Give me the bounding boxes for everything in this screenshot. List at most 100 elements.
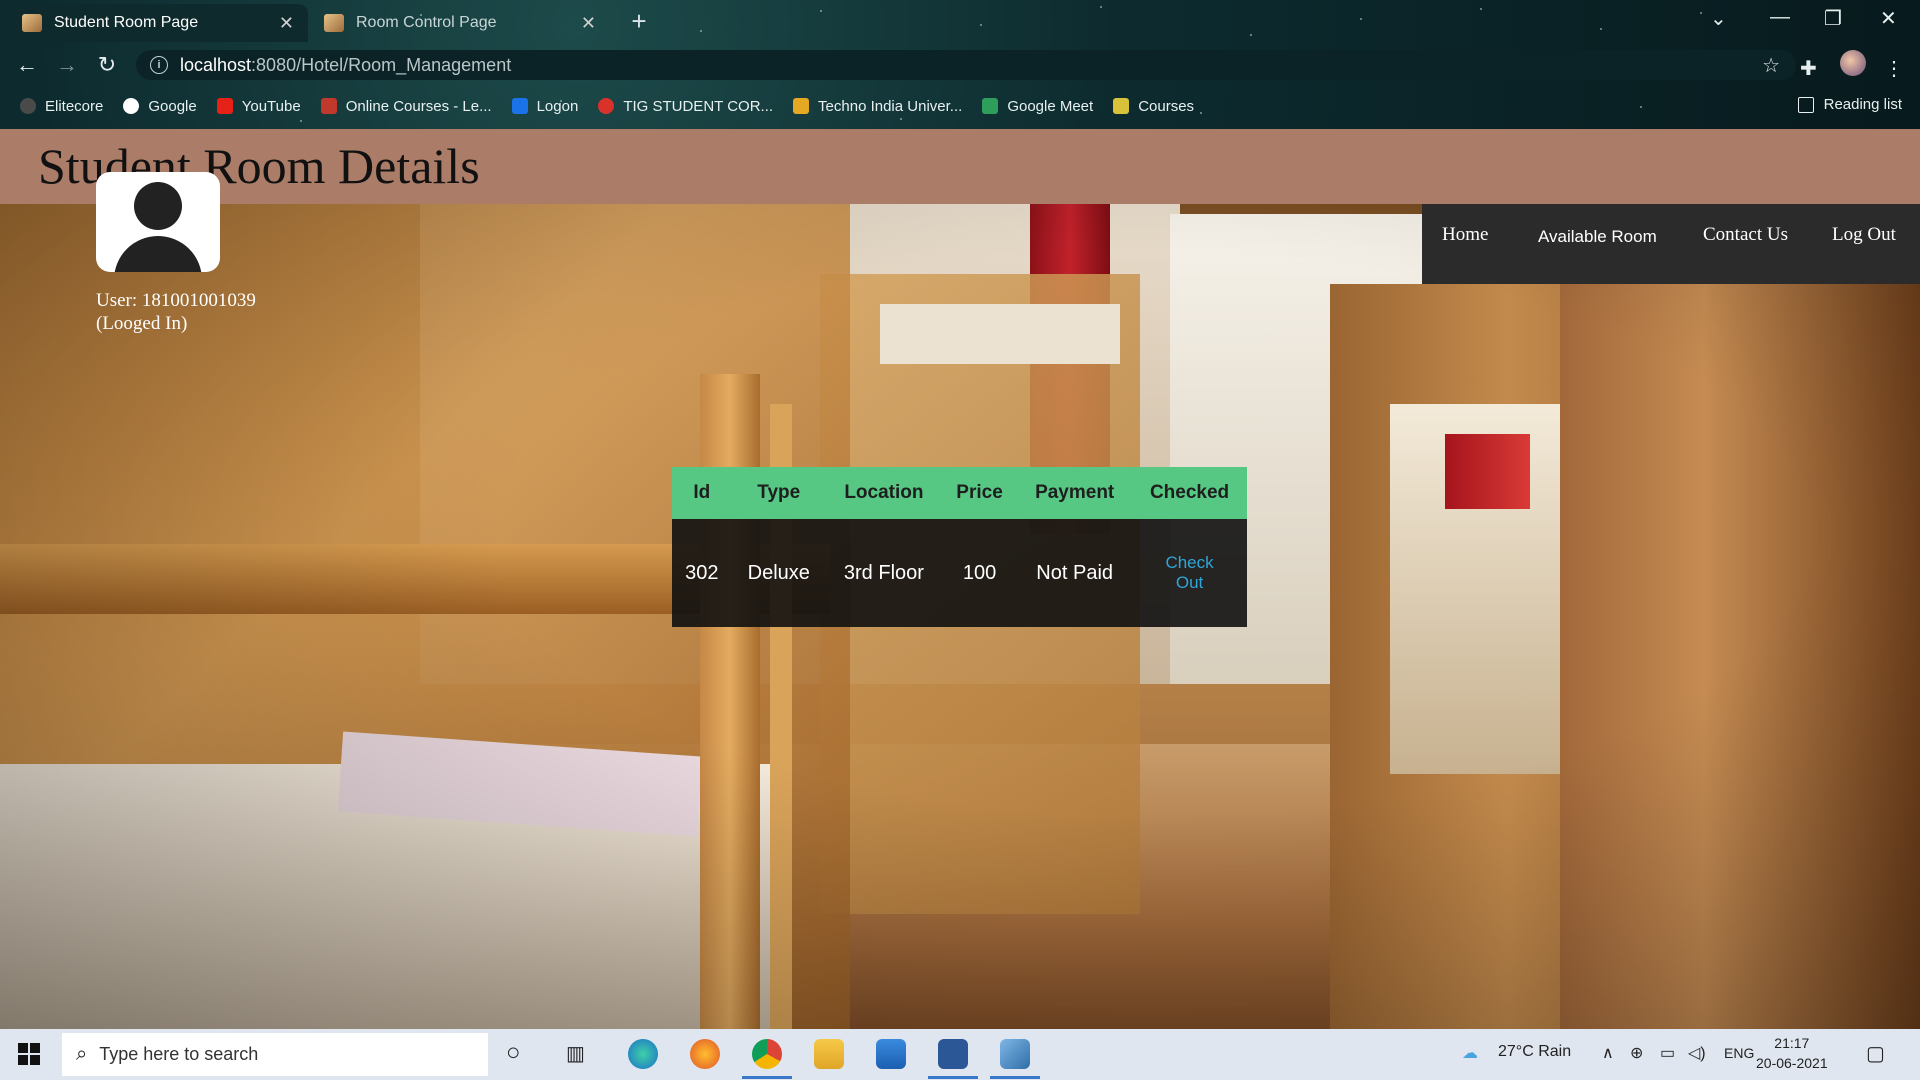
clock-time: 21:17 <box>1774 1035 1810 1051</box>
browser-chrome: Student Room Page ✕ Room Control Page ✕ … <box>0 0 1920 129</box>
weather-icon[interactable]: ☁ <box>1462 1043 1478 1063</box>
cortana-icon[interactable]: ○ <box>506 1039 521 1067</box>
new-tab-icon[interactable]: + <box>624 6 654 37</box>
address-bar[interactable]: i localhost :8080/Hotel/Room_Management … <box>136 50 1796 80</box>
col-type: Type <box>731 467 826 519</box>
tray-expand-icon[interactable]: ∧ <box>1602 1043 1614 1063</box>
close-window-icon[interactable]: ✕ <box>1880 6 1897 31</box>
search-placeholder: Type here to search <box>99 1044 259 1064</box>
tab-bar: Student Room Page ✕ Room Control Page ✕ … <box>0 0 1920 42</box>
reading-list-button[interactable]: Reading list <box>1797 96 1902 113</box>
bookmark-tig-student[interactable]: TIG STUDENT COR... <box>598 98 773 115</box>
bookmark-google-meet[interactable]: Google Meet <box>982 98 1093 115</box>
restore-icon[interactable]: ❐ <box>1824 6 1842 31</box>
url-host: localhost <box>180 54 252 75</box>
toolbar: ← → ↻ i localhost :8080/Hotel/Room_Manag… <box>0 44 1920 86</box>
language-indicator[interactable]: ENG <box>1724 1045 1754 1061</box>
nav-contact-us[interactable]: Contact Us <box>1703 224 1788 246</box>
menu-kebab-icon[interactable]: ⋮ <box>1884 56 1904 81</box>
udemy-icon <box>320 98 337 114</box>
tab-title: Room Control Page <box>356 14 497 31</box>
tig-icon <box>598 98 615 114</box>
volume-icon[interactable]: ◁) <box>1688 1043 1706 1063</box>
bookmark-elitecore[interactable]: Elitecore <box>20 98 103 115</box>
bookmarks-bar: Elitecore Google YouTube Online Courses … <box>0 92 1920 120</box>
room-table: Id Type Location Price Payment Checked 3… <box>672 467 1247 627</box>
bookmark-courses[interactable]: Courses <box>1113 98 1194 115</box>
classroom-icon <box>1113 98 1130 114</box>
taskbar-search-box[interactable]: ⌕ Type here to search <box>62 1033 488 1076</box>
close-tab-icon[interactable]: ✕ <box>581 13 596 34</box>
close-tab-icon[interactable]: ✕ <box>279 13 294 34</box>
bookmark-techno-india[interactable]: Techno India Univer... <box>793 98 962 115</box>
main-nav: Home Available Room Contact Us Log Out <box>1422 204 1920 284</box>
tab-favicon-icon <box>22 14 42 32</box>
extensions-icon[interactable]: ✚ <box>1800 56 1817 81</box>
edge-icon[interactable] <box>628 1039 658 1069</box>
notifications-icon[interactable]: ▢ <box>1866 1041 1885 1066</box>
mail-icon[interactable] <box>876 1039 906 1069</box>
bookmark-youtube[interactable]: YouTube <box>216 98 301 115</box>
cell-id: 302 <box>672 519 732 627</box>
site-info-icon[interactable]: i <box>150 56 168 74</box>
table-row: 302 Deluxe 3rd Floor 100 Not Paid Check … <box>672 519 1247 627</box>
page-header: Student Room Details <box>0 129 1920 204</box>
file-explorer-icon[interactable] <box>814 1039 844 1069</box>
user-avatar-icon <box>96 172 220 272</box>
globe-icon <box>20 98 36 114</box>
back-icon[interactable]: ← <box>12 52 42 78</box>
bookmark-google[interactable]: Google <box>123 98 197 115</box>
reading-list-icon <box>1797 96 1814 113</box>
word-icon[interactable] <box>928 1039 978 1079</box>
login-status-label: (Looged In) <box>96 313 188 334</box>
page-viewport: Student Room Details User: 181001001039 … <box>0 129 1920 1029</box>
col-id: Id <box>672 467 732 519</box>
tab-room-control-page[interactable]: Room Control Page ✕ <box>310 4 610 42</box>
tab-title: Student Room Page <box>54 14 199 31</box>
col-checked: Checked <box>1132 467 1247 519</box>
nav-log-out[interactable]: Log Out <box>1832 224 1896 246</box>
forward-icon[interactable]: → <box>52 52 82 78</box>
search-icon: ⌕ <box>76 1043 88 1065</box>
bookmark-star-icon[interactable]: ☆ <box>1762 53 1780 78</box>
user-id-label: User: 181001001039 <box>96 290 256 311</box>
techno-india-icon <box>793 98 810 114</box>
bookmark-logon[interactable]: Logon <box>511 98 578 115</box>
nav-available-room[interactable]: Available Room <box>1538 227 1657 247</box>
tab-search-icon[interactable]: ⌄ <box>1710 6 1727 31</box>
weather-text[interactable]: 27°C Rain <box>1498 1043 1571 1061</box>
taskbar: ⌕ Type here to search ○ ▥ ☁ 27°C Rain ∧ … <box>0 1029 1920 1080</box>
cell-price: 100 <box>941 519 1018 627</box>
minimize-icon[interactable]: — <box>1770 6 1790 29</box>
table-header-row: Id Type Location Price Payment Checked <box>672 467 1247 519</box>
firefox-icon[interactable] <box>690 1039 720 1069</box>
network-icon[interactable]: ⊕ <box>1630 1043 1643 1063</box>
google-icon <box>123 98 140 114</box>
col-payment: Payment <box>1017 467 1133 519</box>
youtube-icon <box>216 98 233 114</box>
cell-type: Deluxe <box>731 519 826 627</box>
meet-icon <box>982 98 999 114</box>
col-price: Price <box>941 467 1018 519</box>
clock-date: 20-06-2021 <box>1756 1055 1828 1071</box>
cell-payment: Not Paid <box>1017 519 1133 627</box>
tab-favicon-icon <box>324 14 344 32</box>
tab-student-room-page[interactable]: Student Room Page ✕ <box>8 4 308 42</box>
url-path: :8080/Hotel/Room_Management <box>251 54 512 75</box>
reload-icon[interactable]: ↻ <box>92 52 122 78</box>
user-info: User: 181001001039 (Looged In) <box>96 289 256 335</box>
cell-action: Check Out <box>1132 519 1247 627</box>
battery-icon[interactable]: ▭ <box>1660 1043 1675 1063</box>
cell-location: 3rd Floor <box>825 519 942 627</box>
profile-avatar[interactable] <box>1840 50 1866 76</box>
virtualbox-icon[interactable] <box>990 1039 1040 1079</box>
task-view-icon[interactable]: ▥ <box>566 1041 585 1066</box>
col-location: Location <box>825 467 942 519</box>
sap-icon <box>511 98 528 114</box>
chrome-icon[interactable] <box>742 1039 792 1079</box>
clock[interactable]: 21:17 20-06-2021 <box>1756 1033 1828 1073</box>
windows-start-icon[interactable] <box>18 1043 40 1065</box>
nav-home[interactable]: Home <box>1442 224 1488 246</box>
check-out-link[interactable]: Check Out <box>1160 553 1220 593</box>
bookmark-online-courses[interactable]: Online Courses - Le... <box>320 98 492 115</box>
